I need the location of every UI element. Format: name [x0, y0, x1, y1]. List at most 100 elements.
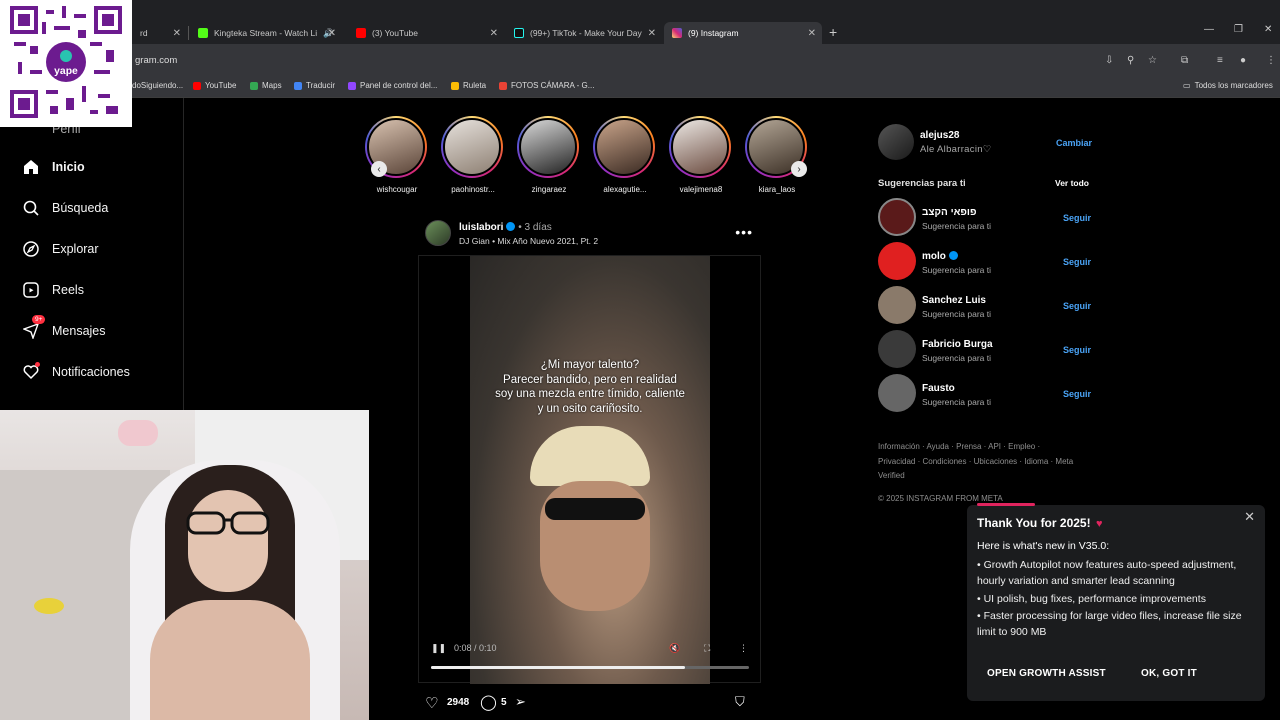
story-item[interactable]: zingaraez: [517, 116, 581, 194]
follow-button[interactable]: Seguir: [1063, 301, 1091, 311]
comment-icon[interactable]: ◯: [480, 693, 497, 711]
restore-icon[interactable]: ❐: [1234, 24, 1243, 35]
suggestion-avatar[interactable]: [878, 374, 916, 412]
bookmark-item[interactable]: doSiguiendo...: [132, 81, 183, 90]
popup-accent-bar: [977, 503, 1035, 506]
switch-account-button[interactable]: Cambiar: [1056, 138, 1092, 148]
post-actions: ♡ 2948 ◯ 5 ➢ ⛉: [425, 694, 760, 714]
suggestion-avatar[interactable]: [878, 330, 916, 368]
profile-icon[interactable]: ●: [1240, 55, 1246, 66]
like-icon[interactable]: ♡: [425, 694, 438, 712]
bookmark-star-icon[interactable]: ☆: [1148, 55, 1157, 66]
sunglasses: [545, 498, 645, 520]
minimize-icon[interactable]: —: [1204, 24, 1214, 35]
address-bar[interactable]: gram.com: [135, 55, 177, 66]
browser-tab-active[interactable]: (9) Instagram ✕: [664, 22, 822, 44]
bookmark-item[interactable]: Traducir: [294, 81, 335, 90]
new-tab-icon[interactable]: +: [829, 24, 837, 40]
bookmark-label: Ruleta: [463, 81, 487, 90]
follow-button[interactable]: Seguir: [1063, 389, 1091, 399]
close-icon[interactable]: ✕: [1244, 509, 1255, 525]
caption-line: ¿Mi mayor talento?: [540, 359, 640, 371]
mute-icon[interactable]: 🔇: [669, 643, 680, 654]
video-options-icon[interactable]: ⋮: [739, 643, 748, 654]
save-icon[interactable]: ⛉: [735, 694, 745, 710]
close-tab-icon[interactable]: ✕: [173, 28, 181, 39]
post-username[interactable]: luisIabori: [459, 222, 503, 233]
bookmark-item[interactable]: FOTOS CÁMARA - G...: [499, 81, 594, 90]
bookmark-item[interactable]: Ruleta: [451, 81, 486, 90]
stories-next-icon[interactable]: ›: [791, 161, 807, 177]
suggestion-sub: Sugerencia para ti: [922, 265, 991, 275]
pause-icon[interactable]: ❚❚: [431, 643, 446, 654]
suggestion-avatar[interactable]: [878, 198, 916, 236]
close-tab-icon[interactable]: ✕: [490, 28, 498, 39]
follow-button[interactable]: Seguir: [1063, 257, 1091, 267]
nav-item-search[interactable]: Búsqueda: [22, 199, 108, 217]
extensions-icon[interactable]: ⧉: [1181, 55, 1188, 66]
story-item[interactable]: wishcougar: [365, 116, 429, 194]
suggestion-item: molo Sugerencia para ti Seguir: [878, 242, 1091, 282]
story-item[interactable]: paohinostr...: [441, 116, 505, 194]
my-avatar[interactable]: [878, 124, 914, 160]
more-options-icon[interactable]: •••: [735, 224, 753, 240]
footer-links[interactable]: Información · Ayuda · Prensa · API · Emp…: [878, 440, 1078, 484]
video-progress-bar[interactable]: [431, 666, 749, 669]
reel-video[interactable]: ¿Mi mayor talento? Parecer bandido, pero…: [470, 256, 710, 684]
tab-search-icon[interactable]: ≡: [1217, 55, 1223, 66]
follow-button[interactable]: Seguir: [1063, 213, 1091, 223]
bookmark-item[interactable]: Maps: [250, 81, 282, 90]
youtube-favicon-icon: [356, 28, 366, 38]
suggestion-name[interactable]: Fabricio Burga: [922, 339, 993, 350]
post-header: luisIabori • 3 días DJ Gian • Mix Año Nu…: [425, 220, 765, 248]
browser-tab[interactable]: (99+) TikTok - Make Your Day ✕: [506, 22, 662, 44]
search-icon: [22, 199, 40, 217]
all-bookmarks[interactable]: ▭ Todos los marcadores: [1183, 81, 1273, 90]
story-item[interactable]: valejimena8: [669, 116, 733, 194]
bookmark-label: FOTOS CÁMARA - G...: [511, 81, 595, 90]
fullscreen-icon[interactable]: ⛶: [704, 643, 710, 654]
post-music[interactable]: DJ Gian • Mix Año Nuevo 2021, Pt. 2: [459, 236, 598, 246]
caption-line: soy una mezcla entre tímido, caliente: [495, 388, 685, 400]
see-all-link[interactable]: Ver todo: [1055, 178, 1089, 188]
nav-item-notifications[interactable]: Notificaciones: [22, 362, 130, 381]
suggestion-sub: Sugerencia para ti: [922, 309, 991, 319]
story-username: wishcougar: [376, 185, 418, 194]
tab-title: (9) Instagram: [688, 28, 739, 38]
browser-tab[interactable]: rd ✕: [132, 22, 187, 44]
close-tab-icon[interactable]: ✕: [648, 28, 656, 39]
story-item[interactable]: kiara_laos: [745, 116, 809, 194]
suggestion-avatar[interactable]: [878, 286, 916, 324]
ok-got-it-button[interactable]: OK, GOT IT: [1141, 668, 1197, 679]
open-growth-assist-button[interactable]: OPEN GROWTH ASSIST: [987, 668, 1106, 679]
bookmark-item[interactable]: Panel de control del...: [348, 81, 437, 90]
share-icon[interactable]: ➢: [515, 694, 526, 710]
suggestion-name[interactable]: molo: [922, 251, 946, 262]
suggestion-name[interactable]: Sanchez Luis: [922, 295, 986, 306]
post-avatar[interactable]: [425, 220, 451, 246]
nav-item-home[interactable]: Inicio: [22, 158, 85, 176]
suggestion-name[interactable]: פופאי הקצב: [922, 207, 976, 218]
my-username[interactable]: alejus28: [920, 130, 959, 141]
changelog-item: • UI polish, bug fixes, performance impr…: [977, 592, 1206, 605]
zoom-icon[interactable]: ⚲: [1127, 55, 1134, 66]
close-tab-icon[interactable]: ✕: [808, 28, 816, 39]
close-window-icon[interactable]: ✕: [1264, 24, 1272, 35]
bookmark-label: Maps: [262, 81, 282, 90]
story-username: zingaraez: [531, 185, 567, 194]
nav-item-messages[interactable]: 9+ Mensajes: [22, 315, 106, 340]
browser-tab[interactable]: Kingteka Stream - Watch Li 🔊 ✕: [190, 22, 342, 44]
stories-prev-icon[interactable]: ‹: [371, 161, 387, 177]
browser-menu-icon[interactable]: ⋮: [1266, 55, 1276, 66]
story-item[interactable]: alexagutie...: [593, 116, 657, 194]
nav-item-reels[interactable]: Reels: [22, 281, 84, 299]
close-tab-icon[interactable]: ✕: [328, 28, 336, 39]
post-media[interactable]: ¿Mi mayor talento? Parecer bandido, pero…: [418, 255, 761, 684]
browser-tab[interactable]: (3) YouTube ✕: [348, 22, 504, 44]
suggestion-name[interactable]: Fausto: [922, 383, 955, 394]
install-icon[interactable]: ⇩: [1105, 55, 1113, 66]
bookmark-item[interactable]: YouTube: [193, 81, 236, 90]
nav-item-explore[interactable]: Explorar: [22, 240, 99, 258]
suggestion-avatar[interactable]: [878, 242, 916, 280]
follow-button[interactable]: Seguir: [1063, 345, 1091, 355]
